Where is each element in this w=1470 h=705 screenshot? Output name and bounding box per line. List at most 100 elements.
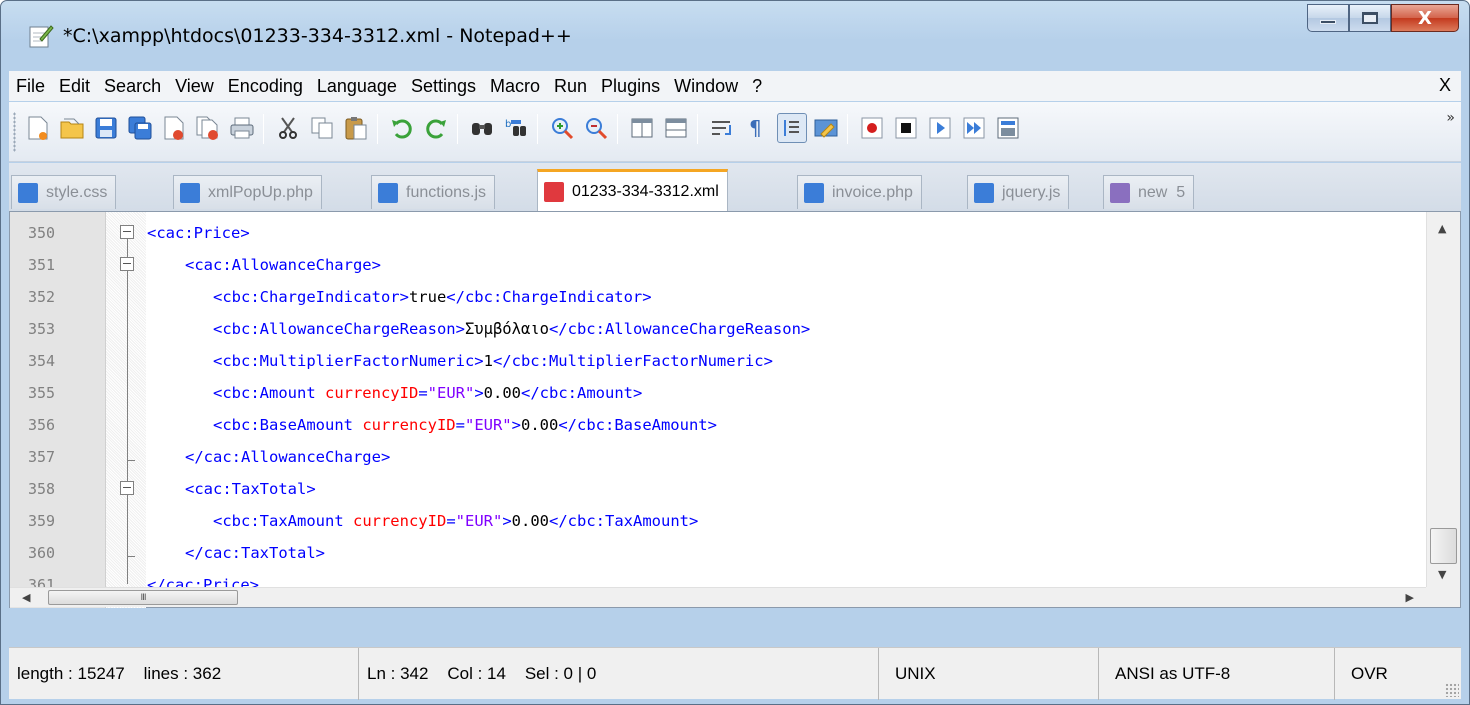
code-line[interactable]: 358 <cac:TaxTotal>: [10, 472, 1408, 504]
text-editor[interactable]: 350 <cac:Price> 351 <cac:AllowanceCharge> 35…: [9, 211, 1461, 608]
token-tag: <cbc:ChargeIndicator>: [213, 288, 409, 306]
code-text: </cac:AllowanceCharge>: [185, 448, 390, 466]
scroll-right-arrow-icon[interactable]: ▶: [1406, 591, 1414, 604]
code-line[interactable]: 353 <cbc:AllowanceChargeReason>Συμβόλαιο<…: [10, 312, 1408, 344]
close-document-button[interactable]: X: [1439, 75, 1451, 96]
replace-icon[interactable]: b: [501, 113, 531, 143]
tab-label: 01233-334-3312.xml: [572, 182, 719, 200]
find-icon[interactable]: [467, 113, 497, 143]
toolbar-separator: [697, 114, 698, 144]
menu-settings[interactable]: Settings: [404, 76, 483, 97]
menu-view[interactable]: View: [168, 76, 221, 97]
token-tag: <cbc:MultiplierFactorNumeric>: [213, 352, 484, 370]
sync-vertical-icon[interactable]: [627, 113, 657, 143]
title-bar[interactable]: *C:\xampp\htdocs\01233-334-3312.xml - No…: [1, 1, 1469, 67]
tab-jquery-js[interactable]: jquery.js: [967, 175, 1070, 209]
fold-toggle-icon[interactable]: [120, 481, 134, 495]
scroll-left-arrow-icon[interactable]: ◀: [22, 591, 30, 604]
code-text: <cbc:BaseAmount currencyID="EUR">0.00</c…: [213, 416, 717, 434]
maximize-button[interactable]: [1349, 4, 1391, 32]
notepadpp-window: *C:\xampp\htdocs\01233-334-3312.xml - No…: [0, 0, 1470, 705]
tab-new-5[interactable]: new 5: [1103, 175, 1195, 209]
resize-grip-icon[interactable]: [1445, 683, 1459, 697]
menu-file[interactable]: File: [9, 76, 52, 97]
new-file-icon[interactable]: [23, 113, 53, 143]
cut-icon[interactable]: [273, 113, 303, 143]
file-new-icon: [1110, 182, 1130, 203]
token-txt: 0.00: [483, 384, 521, 402]
code-line[interactable]: 359 <cbc:TaxAmount currencyID="EUR">0.00<…: [10, 504, 1408, 536]
vertical-scroll-thumb[interactable]: [1430, 528, 1457, 564]
redo-icon[interactable]: [421, 113, 451, 143]
zoom-out-icon[interactable]: [581, 113, 611, 143]
token-attr: currencyID: [362, 416, 456, 434]
save-icon[interactable]: [91, 113, 121, 143]
code-line[interactable]: 351 <cac:AllowanceCharge>: [10, 248, 1408, 280]
save-macro-icon[interactable]: [993, 113, 1023, 143]
record-macro-icon[interactable]: [857, 113, 887, 143]
token-tag: </cbc:ChargeIndicator>: [446, 288, 652, 306]
menu-encoding[interactable]: Encoding: [221, 76, 310, 97]
line-number: 352: [28, 288, 56, 306]
code-line[interactable]: 352 <cbc:ChargeIndicator>true</cbc:Charge…: [10, 280, 1408, 312]
line-number: 359: [28, 512, 56, 530]
show-all-characters-icon[interactable]: ¶: [741, 113, 771, 143]
scroll-up-arrow-icon[interactable]: ▲: [1438, 222, 1446, 235]
fold-toggle-icon[interactable]: [120, 225, 134, 239]
print-icon[interactable]: [227, 113, 257, 143]
code-line[interactable]: 350 <cac:Price>: [10, 216, 1408, 248]
tab-label: invoice.php: [832, 183, 913, 201]
tab-xmlpopup-php[interactable]: xmlPopUp.php: [173, 175, 322, 209]
folder-view-icon[interactable]: [811, 113, 841, 143]
paste-icon[interactable]: [341, 113, 371, 143]
tab-style-css[interactable]: style.css: [11, 175, 117, 209]
code-text: <cbc:TaxAmount currencyID="EUR">0.00</cb…: [213, 512, 698, 530]
minimize-button[interactable]: [1307, 4, 1349, 32]
token-val: "EUR": [464, 416, 512, 434]
code-text: <cac:TaxTotal>: [185, 480, 316, 498]
run-macro-multiple-icon[interactable]: [959, 113, 989, 143]
copy-icon[interactable]: [307, 113, 337, 143]
code-line[interactable]: 360 </cac:TaxTotal>: [10, 536, 1408, 568]
menu-language[interactable]: Language: [310, 76, 404, 97]
token-tag: =: [455, 416, 465, 434]
zoom-in-icon[interactable]: [547, 113, 577, 143]
play-macro-icon[interactable]: [925, 113, 955, 143]
tab-functions-js[interactable]: functions.js: [371, 175, 496, 209]
tab-label: xmlPopUp.php: [208, 183, 313, 201]
menu-run[interactable]: Run: [547, 76, 594, 97]
menu-macro[interactable]: Macro: [483, 76, 547, 97]
tab-invoice-php[interactable]: invoice.php: [797, 175, 922, 209]
menu-help[interactable]: ?: [745, 76, 769, 97]
horizontal-scroll-thumb[interactable]: III: [48, 590, 238, 605]
close-file-icon[interactable]: [159, 113, 189, 143]
file-saved-icon: [18, 182, 38, 203]
close-window-button[interactable]: X: [1391, 4, 1459, 32]
stop-macro-icon[interactable]: [891, 113, 921, 143]
vertical-scrollbar[interactable]: ▲ ▼: [1426, 212, 1460, 588]
horizontal-scrollbar[interactable]: ◀ III ▶: [10, 587, 1426, 607]
code-line[interactable]: 356 <cbc:BaseAmount currencyID="EUR">0.00…: [10, 408, 1408, 440]
status-bar: length : 15247 lines : 362 Ln : 342 Col …: [9, 647, 1461, 700]
menu-window[interactable]: Window: [667, 76, 745, 97]
menu-edit[interactable]: Edit: [52, 76, 97, 97]
menu-plugins[interactable]: Plugins: [594, 76, 667, 97]
tab-01233-334-3312-xml[interactable]: 01233-334-3312.xml: [537, 169, 728, 211]
toolbar-overflow-button[interactable]: »: [1446, 110, 1455, 126]
indent-guide-icon[interactable]: [777, 113, 807, 143]
code-line[interactable]: 354 <cbc:MultiplierFactorNumeric>1</cbc:M…: [10, 344, 1408, 376]
open-file-icon[interactable]: [57, 113, 87, 143]
fold-toggle-icon[interactable]: [120, 257, 134, 271]
word-wrap-icon[interactable]: [707, 113, 737, 143]
undo-icon[interactable]: [387, 113, 417, 143]
save-all-icon[interactable]: [125, 113, 155, 143]
scroll-down-arrow-icon[interactable]: ▼: [1438, 568, 1446, 581]
token-tag: <cac:Price>: [147, 224, 250, 242]
code-line[interactable]: 357 </cac:AllowanceCharge>: [10, 440, 1408, 472]
toolbar-separator: [263, 114, 264, 144]
menu-search[interactable]: Search: [97, 76, 168, 97]
close-all-icon[interactable]: [193, 113, 223, 143]
toolbar-grip[interactable]: [13, 112, 16, 152]
sync-horizontal-icon[interactable]: [661, 113, 691, 143]
code-line[interactable]: 355 <cbc:Amount currencyID="EUR">0.00</cb…: [10, 376, 1408, 408]
